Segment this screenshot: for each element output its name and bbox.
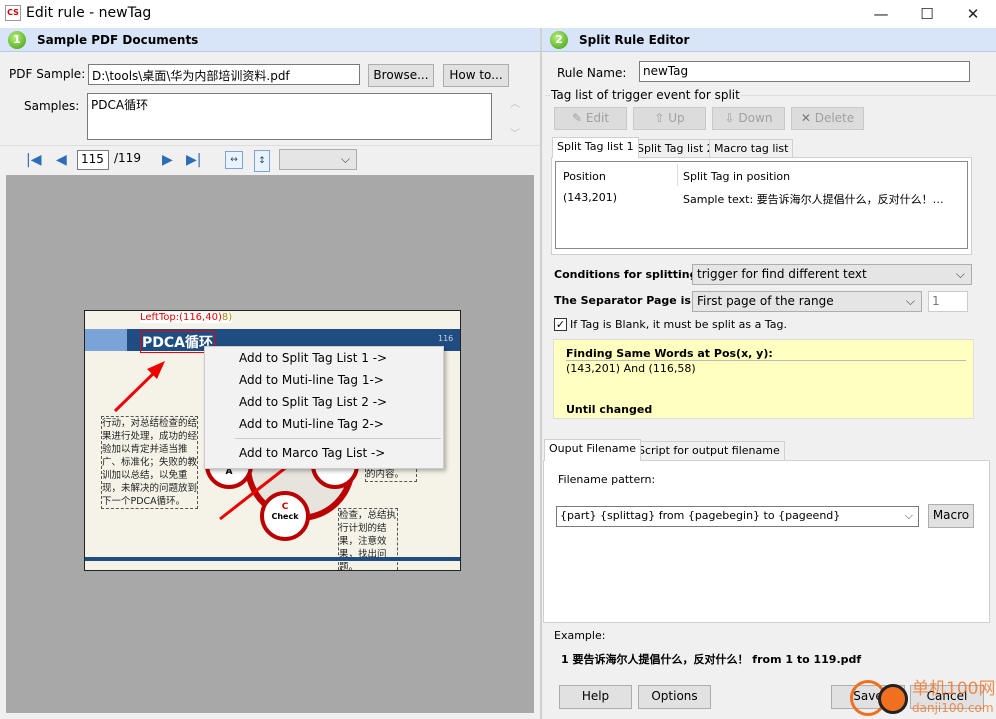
tag-list-tab-panel: Position Split Tag in position (143,201)… (551, 157, 972, 255)
column-header-split-tag[interactable]: Split Tag in position (683, 170, 790, 183)
maximize-icon[interactable]: ☐ (904, 0, 950, 28)
tag-list-group-label: Tag list of trigger event for split (550, 88, 741, 102)
down-button[interactable]: ⇩ Down (712, 107, 785, 130)
column-header-position[interactable]: Position (563, 170, 606, 183)
page-nav-toolbar: |◀ ◀ 115 /119 ▶ ▶| ↔ ↕ ⌵ (0, 145, 540, 174)
delete-button[interactable]: ✕ Delete (791, 107, 864, 130)
right-header: 2 Split Rule Editor (542, 28, 996, 52)
last-page-icon[interactable]: ▶| (186, 152, 201, 168)
watermark-text: 单机100网 (912, 679, 996, 699)
rule-name-input[interactable]: newTag (639, 61, 970, 82)
info-title: Finding Same Words at Pos(x, y): (566, 347, 966, 361)
samples-textarea[interactable]: PDCA循环 (87, 93, 492, 140)
prev-page-icon[interactable]: ◀ (56, 152, 67, 168)
info-footer: Until changed (566, 403, 653, 416)
tab-split-tag-list-1[interactable]: Split Tag list 1 (552, 137, 639, 158)
options-button[interactable]: Options (638, 685, 711, 709)
separator-label: The Separator Page is: (554, 294, 696, 307)
samples-label: Samples: (24, 99, 80, 113)
left-header-title: Sample PDF Documents (37, 33, 199, 47)
info-positions: (143,201) And (116,58) (566, 362, 696, 375)
next-page-icon[interactable]: ▶ (162, 152, 173, 168)
menu-item-split-tag-list-2[interactable]: Add to Split Tag List 2 -> (205, 391, 443, 413)
arrow-down-icon: ⇩ (724, 111, 739, 125)
page-total: /119 (114, 151, 141, 165)
left-header: 1 Sample PDF Documents (0, 28, 540, 52)
cell-split-tag: Sample text: 要告诉海尔人提倡什么，反对什么！… (683, 193, 944, 206)
right-header-title: Split Rule Editor (579, 33, 690, 47)
title-bar: CS Edit rule - newTag — ☐ ✕ (0, 0, 996, 28)
rule-name-label: Rule Name: (557, 66, 627, 80)
arrow-up-icon: ⇧ (654, 111, 669, 125)
example-label: Example: (554, 629, 606, 642)
window-title: Edit rule - newTag (26, 5, 152, 21)
chevron-down-icon: ⌵ (955, 267, 965, 281)
menu-item-multiline-tag-1[interactable]: Add to Muti-line Tag 1-> (205, 369, 443, 391)
fit-width-icon[interactable]: ↔ (225, 151, 243, 169)
tab-script-output-filename[interactable]: Script for output filename (633, 441, 785, 460)
filename-pattern-input[interactable]: {part} {splittag} from {pagebegin} to {p… (556, 506, 919, 527)
chevron-down-icon[interactable]: ⌵ (905, 509, 913, 523)
app-icon: CS (5, 5, 21, 21)
pdf-sample-label: PDF Sample: (9, 67, 86, 81)
filename-pattern-label: Filename pattern: (558, 473, 656, 486)
separator-number-input[interactable]: 1 (928, 291, 968, 312)
menu-item-split-tag-list-1[interactable]: Add to Split Tag List 1 -> (205, 347, 443, 369)
help-button[interactable]: Help (559, 685, 632, 709)
output-tab-panel: Filename pattern: {part} {splittag} from… (543, 460, 990, 623)
page-number-input[interactable]: 115 (77, 150, 109, 170)
first-page-icon[interactable]: |◀ (26, 152, 41, 168)
delete-x-icon: ✕ (800, 111, 815, 125)
up-button[interactable]: ⇧ Up (633, 107, 706, 130)
arrow-line-1 (113, 367, 160, 413)
fit-height-icon[interactable]: ↕ (254, 150, 270, 172)
edit-icon: ✎ (571, 111, 586, 125)
close-icon[interactable]: ✕ (950, 0, 996, 28)
menu-item-macro-tag-list[interactable]: Add to Marco Tag List -> (205, 442, 443, 464)
scroll-down-icon[interactable]: ﹀ (510, 125, 520, 140)
context-menu: Add to Split Tag List 1 -> Add to Muti-l… (204, 346, 444, 469)
macro-button[interactable]: Macro (928, 504, 974, 528)
chevron-down-icon: ⌵ (340, 152, 350, 166)
scroll-up-icon[interactable]: ︿ (510, 95, 520, 110)
browse-button[interactable]: Browse... (368, 64, 434, 87)
blank-tag-label[interactable]: If Tag is Blank, it must be split as a T… (570, 318, 787, 331)
tab-output-filename[interactable]: Ouput Filename (544, 439, 641, 461)
watermark-logo (850, 678, 910, 718)
edit-button[interactable]: ✎ Edit (554, 107, 627, 130)
table-row[interactable]: (143,201) Sample text: 要告诉海尔人提倡什么，反对什么！… (556, 187, 967, 206)
step-2-icon: 2 (550, 31, 568, 49)
watermark-url: danji100.com (912, 701, 994, 715)
minimize-icon[interactable]: — (858, 0, 904, 28)
pdf-preview-area[interactable]: LeftTop:(116,40)8) PDCA循环 116 行动，对总结检查的结… (0, 175, 540, 719)
menu-separator (235, 438, 441, 439)
cell-position: (143,201) (563, 191, 618, 204)
chevron-down-icon: ⌵ (905, 294, 915, 308)
tab-split-tag-list-2[interactable]: Split Tag list 2 (632, 139, 719, 158)
zoom-select[interactable]: ⌵ (279, 149, 357, 170)
pdf-sample-input[interactable]: D:\tools\桌面\华为内部培训资料.pdf (88, 64, 360, 85)
conditions-label: Conditions for splitting: (554, 268, 702, 281)
blank-tag-checkbox[interactable]: ✓ (554, 318, 567, 331)
info-box: Finding Same Words at Pos(x, y): (143,20… (553, 339, 974, 419)
panel-divider[interactable] (540, 28, 542, 719)
separator-select[interactable]: First page of the range ⌵ (692, 291, 922, 312)
tab-macro-tag-list[interactable]: Macro tag list (709, 139, 794, 158)
conditions-select[interactable]: trigger for find different text ⌵ (692, 264, 972, 285)
tag-table: Position Split Tag in position (143,201)… (555, 161, 968, 249)
menu-item-multiline-tag-2[interactable]: Add to Muti-line Tag 2-> (205, 413, 443, 435)
step-1-icon: 1 (8, 31, 26, 49)
how-to-button[interactable]: How to... (443, 64, 509, 87)
example-value: 1 要告诉海尔人提倡什么，反对什么！ from 1 to 119.pdf (561, 653, 862, 666)
